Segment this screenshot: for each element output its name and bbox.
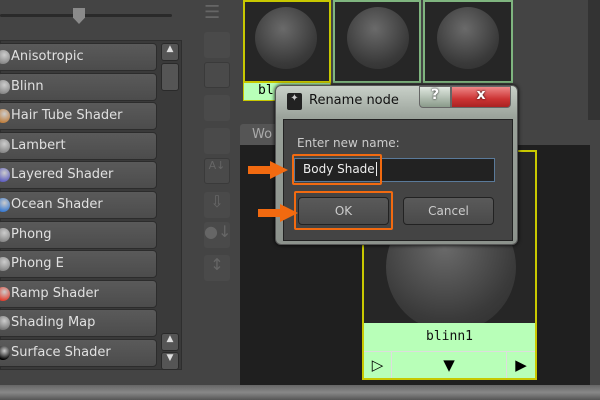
shader-item[interactable]: Phong E xyxy=(0,250,157,279)
swatch-tile[interactable] xyxy=(243,0,331,83)
shader-icon xyxy=(0,168,10,183)
swatch-xlarge-icon[interactable] xyxy=(204,128,230,154)
shader-icon xyxy=(0,50,10,64)
shader-icon xyxy=(0,316,10,331)
app-icon: ✦ xyxy=(287,93,302,110)
shader-item-label: Phong xyxy=(11,226,52,242)
swatch-medium-icon[interactable] xyxy=(204,62,230,88)
size-slider-thumb[interactable] xyxy=(73,8,85,24)
shader-icon xyxy=(0,198,10,212)
shader-icon xyxy=(0,138,10,153)
swatch-small-icon[interactable] xyxy=(204,32,230,58)
sort-reverse-icon[interactable]: ↕ xyxy=(204,255,230,281)
close-button[interactable]: x xyxy=(451,86,511,108)
list-view-icon[interactable]: ☰ xyxy=(204,2,230,28)
right-scrollbar[interactable] xyxy=(588,0,600,120)
sort-alpha-icon[interactable]: A↓ xyxy=(204,158,230,184)
shader-item-label: Phong E xyxy=(11,256,64,272)
shader-icon xyxy=(0,109,10,124)
shader-item-label: Ramp Shader xyxy=(11,285,99,301)
sort-type-icon[interactable]: ⇩ xyxy=(204,192,230,218)
shader-item[interactable]: Hair Tube Shader xyxy=(0,102,157,131)
highlight-box-ok xyxy=(294,191,393,230)
swatch-tile[interactable] xyxy=(423,0,513,83)
shader-item-label: Blinn xyxy=(11,78,44,94)
size-slider-track[interactable] xyxy=(0,14,172,17)
tab-work-area[interactable]: Wo xyxy=(240,124,280,146)
input-port-arrow-icon[interactable]: ▷ xyxy=(364,352,392,378)
highlight-box-input xyxy=(292,154,382,185)
shader-item[interactable]: Phong xyxy=(0,220,157,249)
cancel-button[interactable]: Cancel xyxy=(403,197,494,225)
shader-item[interactable]: Ramp Shader xyxy=(0,279,157,308)
shader-item[interactable]: Anisotropic xyxy=(0,43,157,71)
shader-icon xyxy=(0,286,10,301)
tool-column: ☰ A↓ ⇩ ●↓ ↕ xyxy=(198,0,238,290)
scroll-down-button[interactable]: ▼ xyxy=(161,352,179,370)
shader-item[interactable]: Ocean Shader xyxy=(0,191,157,219)
shader-item[interactable]: Lambert xyxy=(0,131,157,160)
scroll-up-button-bottom[interactable]: ▲ xyxy=(161,333,179,351)
node-name: blinn1 xyxy=(364,323,535,351)
shader-item[interactable]: Surface Shader xyxy=(0,339,157,367)
scroll-thumb[interactable] xyxy=(161,63,179,91)
shader-icon xyxy=(0,257,10,272)
shader-item[interactable]: Blinn xyxy=(0,72,157,101)
shader-item-label: Shading Map xyxy=(11,315,96,331)
shader-item-label: Lambert xyxy=(11,137,66,153)
shader-list: Anisotropic Blinn Hair Tube Shader Lambert L… xyxy=(0,40,182,370)
swatch-tile[interactable] xyxy=(333,0,421,83)
prompt-label: Enter new name: xyxy=(297,136,400,150)
scroll-up-button[interactable]: ▲ xyxy=(161,43,179,61)
shader-panel: Anisotropic Blinn Hair Tube Shader Lambert L… xyxy=(0,0,190,385)
bottom-bar xyxy=(0,385,600,400)
expand-arrow-icon[interactable]: ▼ xyxy=(392,352,507,378)
help-button[interactable]: ? xyxy=(419,86,451,108)
sort-time-icon[interactable]: ●↓ xyxy=(204,222,231,248)
shader-item[interactable]: Layered Shader xyxy=(0,161,157,190)
shader-item-label: Hair Tube Shader xyxy=(11,108,123,124)
shader-icon xyxy=(0,346,10,360)
shader-item-label: Layered Shader xyxy=(11,167,114,183)
shader-icon xyxy=(0,227,10,242)
output-port-arrow-icon[interactable]: ▶ xyxy=(507,352,535,378)
shader-icon xyxy=(0,79,10,94)
shader-item[interactable]: Shading Map xyxy=(0,309,157,338)
swatch-large-icon[interactable] xyxy=(204,95,230,121)
shader-item-label: Ocean Shader xyxy=(11,197,103,212)
dialog-title: Rename node xyxy=(309,93,399,108)
shader-item-label: Anisotropic xyxy=(11,49,84,64)
shader-item-label: Surface Shader xyxy=(11,345,111,360)
